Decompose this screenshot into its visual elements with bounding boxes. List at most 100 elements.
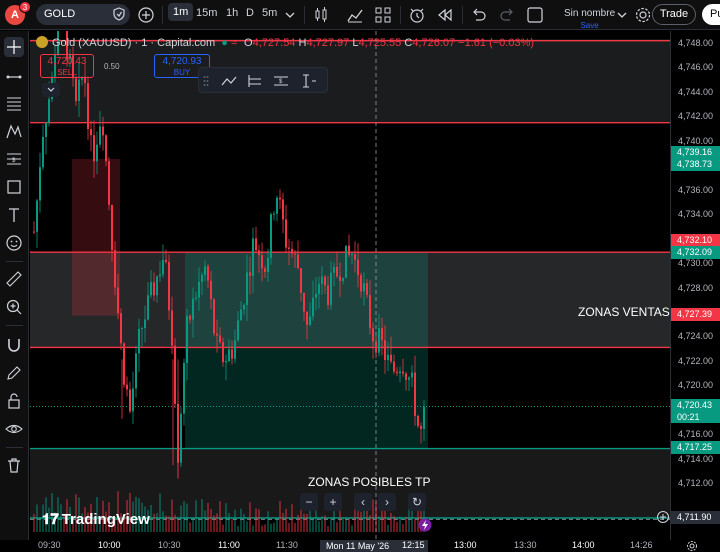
candle-body [219, 335, 221, 343]
settings-icon[interactable] [686, 540, 698, 552]
reset-chart-button[interactable]: ↻ [408, 493, 426, 511]
publish-button[interactable]: Pu [702, 4, 720, 25]
current-price-tag: 4,720.43 00:21 [671, 399, 720, 423]
pencil-lock-icon[interactable] [4, 363, 24, 383]
candle-body [105, 135, 107, 162]
candle-body [48, 99, 50, 123]
redo-icon[interactable] [498, 6, 516, 24]
checkbox-icon[interactable] [526, 6, 544, 24]
volume-bar [351, 525, 353, 532]
chart-pane[interactable]: Gold (XAUUSD) · 1 · Capital.com ● ≈ O4,72… [30, 31, 670, 540]
trash-icon[interactable] [4, 455, 24, 475]
tradingview-logo: 𝟏𝟕 TradingView [42, 511, 150, 528]
volume-bar [282, 512, 284, 532]
fib-icon[interactable]: $ [4, 149, 24, 169]
line-tool-icon[interactable] [219, 71, 239, 91]
volume-bar [255, 508, 257, 532]
drag-handle-icon[interactable] [203, 75, 209, 87]
trend-line-icon[interactable] [4, 67, 24, 87]
candle-body [309, 316, 311, 325]
pattern-icon[interactable] [4, 121, 24, 141]
rectangle-icon[interactable] [4, 177, 24, 197]
chevron-down-icon[interactable] [284, 6, 296, 24]
text-icon[interactable] [4, 205, 24, 225]
long-position-icon[interactable] [245, 71, 265, 91]
price-tick-label: 4,728.00 [678, 282, 714, 293]
candle-body [204, 266, 206, 275]
candle-body [342, 277, 344, 281]
divider [462, 6, 463, 24]
price-tick-label: 4,740.00 [678, 135, 714, 146]
timeframe-1h[interactable]: 1h [226, 7, 238, 19]
settings-icon[interactable] [634, 6, 652, 24]
candle-body [402, 371, 404, 374]
spread-value: 0.50 [104, 62, 120, 71]
magnet-icon[interactable] [4, 335, 24, 355]
scroll-right-button[interactable]: › [378, 493, 396, 511]
volume-bar [270, 523, 272, 532]
sell-button[interactable]: 4,720.43 SELL [40, 54, 94, 78]
candle-body [267, 257, 269, 272]
eye-icon[interactable] [4, 419, 24, 439]
price-tag: 4,717.25 [671, 441, 720, 454]
symbol-search[interactable]: GOLD [36, 4, 130, 25]
candle-body [408, 377, 410, 380]
timeframe-1m[interactable]: 1m [168, 3, 194, 21]
timeframe-d[interactable]: D [246, 7, 254, 19]
date-range-icon[interactable] [299, 71, 319, 91]
top-zone [30, 39, 670, 123]
add-symbol-icon[interactable] [137, 6, 155, 24]
layout-save[interactable]: Sin nombre Save [564, 3, 615, 30]
timeframe-5m[interactable]: 5m [262, 7, 277, 19]
volume-bar [183, 501, 185, 532]
volume-bar [360, 511, 362, 532]
trade-button[interactable]: Trade [652, 4, 696, 25]
shield-icon [113, 7, 125, 21]
candle-body [336, 266, 338, 277]
collapse-legend-button[interactable] [42, 83, 60, 97]
lightning-icon[interactable] [418, 518, 432, 532]
candle-body [264, 268, 266, 272]
lock-icon[interactable] [4, 391, 24, 411]
candle-body [405, 373, 407, 380]
layout-grid-icon[interactable] [374, 6, 392, 24]
candle-body [372, 328, 374, 342]
volume-bar [297, 514, 299, 532]
price-chart[interactable] [30, 31, 670, 540]
candle-body [393, 361, 395, 372]
price-range-icon[interactable]: $ [271, 71, 291, 91]
crosshair-icon[interactable] [4, 37, 24, 57]
volume-bar [39, 517, 41, 532]
zoom-icon[interactable] [4, 297, 24, 317]
timeframe-15m[interactable]: 15m [196, 7, 217, 19]
candle-body [375, 341, 377, 353]
divider [162, 6, 163, 24]
zoom-out-button[interactable]: − [300, 493, 318, 511]
volume-bar [240, 508, 242, 532]
volume-bar [348, 518, 350, 532]
ruler-icon[interactable] [4, 269, 24, 289]
candles-icon[interactable] [312, 6, 330, 24]
candle-body [168, 261, 170, 311]
indicators-icon[interactable] [346, 6, 364, 24]
price-tick-label: 4,724.00 [678, 331, 714, 342]
tp-zone-label: ZONAS POSIBLES TP [308, 475, 431, 489]
candle-body [153, 282, 155, 296]
zoom-in-button[interactable]: + [324, 493, 342, 511]
time-label: 13:30 [514, 540, 537, 550]
candle-body [333, 266, 335, 273]
price-axis[interactable]: 4,748.00 4,746.00 4,744.00 4,742.00 4,740.00… [657, 31, 720, 540]
replay-icon[interactable] [436, 6, 454, 24]
horizontal-lines-icon[interactable] [4, 93, 24, 113]
time-axis[interactable]: 09:30 10:00 10:30 11:00 11:30 Mon 11 May… [30, 540, 720, 552]
chevron-down-icon[interactable] [616, 6, 628, 24]
add-alert-icon[interactable] [657, 511, 669, 523]
candle-body [102, 126, 104, 136]
sell-zone-label: ZONAS VENTAS [578, 305, 670, 319]
notification-badge: 3 [19, 1, 31, 13]
emoji-icon[interactable] [4, 233, 24, 253]
alert-clock-icon[interactable] [408, 6, 426, 24]
candle-body [207, 266, 209, 281]
undo-icon[interactable] [470, 6, 488, 24]
scroll-left-button[interactable]: ‹ [354, 493, 372, 511]
